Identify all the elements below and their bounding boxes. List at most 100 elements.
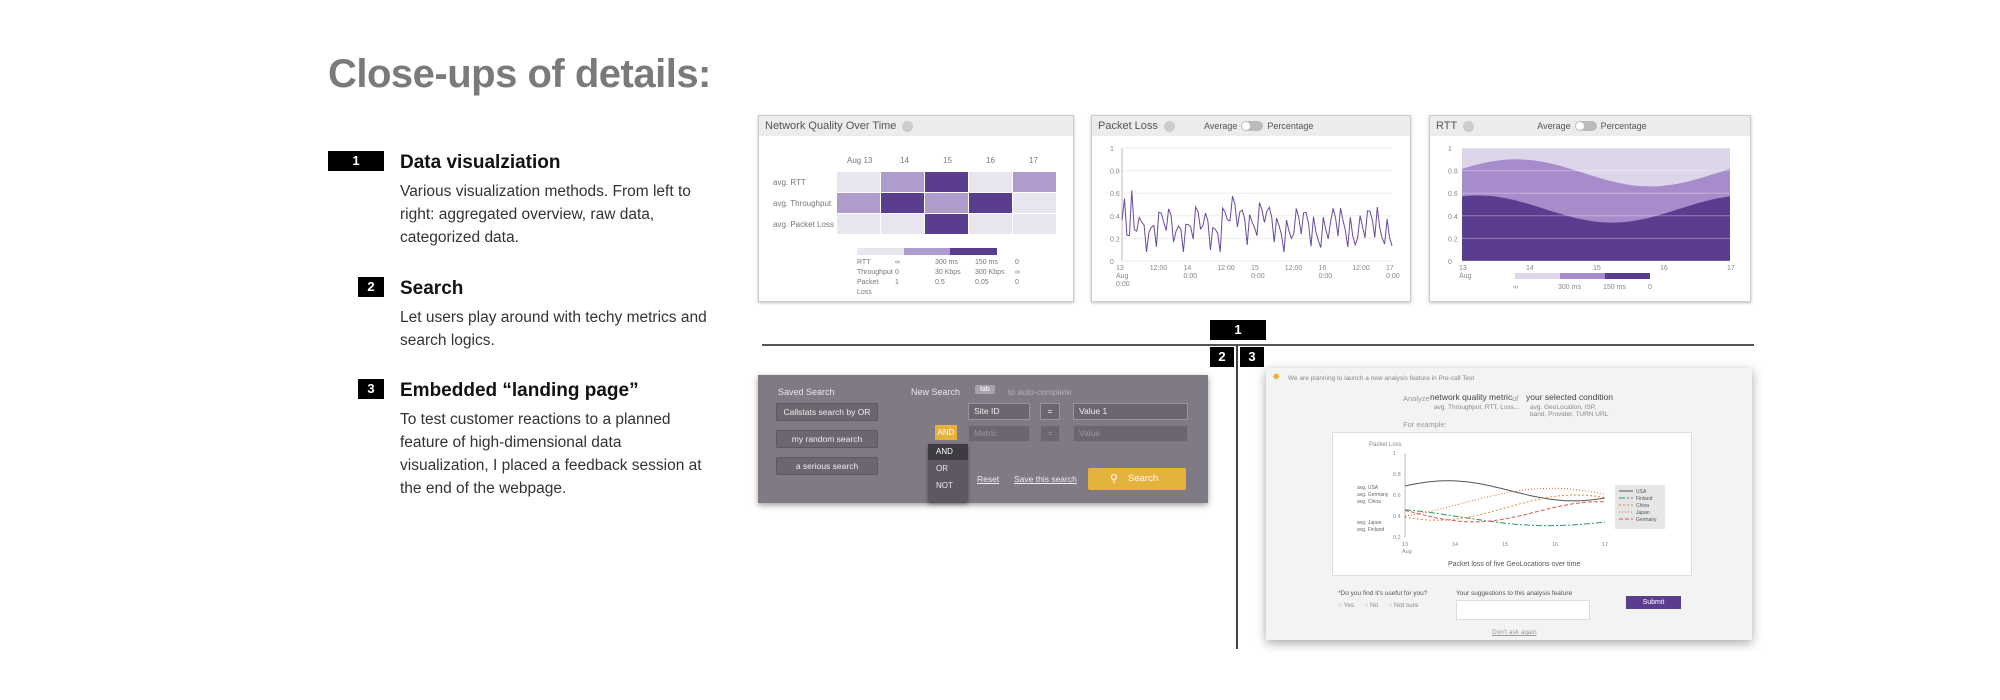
- dont-ask-link[interactable]: Don't ask again: [1492, 629, 1537, 636]
- x-tick-label: 14: [1184, 265, 1192, 272]
- heatmap-date: 15: [943, 156, 952, 165]
- saved-search-item[interactable]: a serious search: [776, 457, 878, 475]
- saved-search-item[interactable]: Callstats search by OR: [776, 403, 878, 421]
- suggestions-input[interactable]: [1456, 600, 1590, 620]
- of-label: of: [1512, 394, 1519, 403]
- vertical-divider: [1236, 345, 1238, 649]
- saved-search-item[interactable]: my random search: [776, 430, 878, 448]
- info-icon[interactable]: [902, 120, 914, 132]
- suggestions-label: Your suggestions to this analysis featur…: [1456, 590, 1573, 597]
- section-body-2: Let users play around with techy metrics…: [400, 309, 707, 349]
- y-tick-label: 0.4: [1448, 214, 1458, 221]
- y-tick-label: 0.2: [1110, 236, 1120, 243]
- heatmap-row-label: avg. Throughput: [773, 199, 832, 208]
- x-tick-label: 12:00: [1285, 265, 1303, 272]
- heatmap-cell[interactable]: [837, 214, 880, 234]
- y-tick-label: 0.2: [1448, 236, 1458, 243]
- radio-option[interactable]: ○ Yes: [1338, 602, 1354, 609]
- reset-link[interactable]: Reset: [977, 474, 999, 484]
- search-icon: ⚲: [1110, 473, 1119, 485]
- heatmap-cell[interactable]: [1013, 172, 1056, 192]
- logic-option[interactable]: OR: [928, 460, 968, 477]
- y-tick-label: 0.8: [1393, 472, 1401, 478]
- series-start-label: avg. Finland: [1357, 527, 1384, 533]
- series-start-label: avg. Germany: [1357, 492, 1389, 498]
- usefulness-options: ○ Yes ○ No ○ Not sure: [1338, 602, 1419, 609]
- x-tick-label: 0:00: [1116, 281, 1130, 288]
- save-search-link[interactable]: Save this search: [1014, 474, 1077, 484]
- series-line: [1404, 487, 1606, 517]
- heatmap-panel: Network Quality Over Time Aug 13 14 15 1…: [758, 115, 1074, 302]
- info-icon[interactable]: [1163, 120, 1175, 132]
- legend-value: 0: [895, 269, 899, 276]
- legend-label: Japan: [1636, 510, 1650, 516]
- heatmap-cell[interactable]: [881, 193, 924, 213]
- heatmap-cell[interactable]: [837, 172, 880, 192]
- value-input-1[interactable]: Value 1: [1073, 403, 1188, 420]
- submit-button[interactable]: Submit: [1626, 596, 1681, 609]
- logic-option[interactable]: NOT: [928, 477, 968, 494]
- heatmap-grid: [837, 172, 1056, 234]
- marker-3: 3: [1240, 347, 1264, 367]
- search-button[interactable]: ⚲ Search: [1088, 468, 1186, 490]
- heatmap-date: 16: [986, 156, 995, 165]
- x-tick-label: 16: [1319, 265, 1327, 272]
- heatmap-cell[interactable]: [969, 172, 1012, 192]
- saved-search-label: Saved Search: [778, 387, 835, 397]
- legend-value: 150 ms: [975, 259, 998, 266]
- section-number-1: 1: [328, 151, 384, 171]
- x-tick-label: 16: [1660, 265, 1668, 272]
- toggle-right-label: Percentage: [1600, 121, 1647, 131]
- y-tick-label: 0.2: [1393, 535, 1401, 541]
- average-percentage-toggle[interactable]: [1241, 121, 1264, 132]
- legend-swatch: [1515, 273, 1560, 279]
- info-icon[interactable]: [1463, 120, 1475, 132]
- x-tick-label: 13: [1116, 265, 1124, 272]
- logic-select[interactable]: AND: [935, 425, 957, 440]
- y-tick-label: 0: [1448, 259, 1452, 266]
- x-tick-label: 14: [1452, 542, 1458, 548]
- y-tick-label: 0.4: [1110, 214, 1120, 221]
- value-input-2[interactable]: Value: [1073, 425, 1188, 442]
- feature-notice: We are planning to launch a new analysis…: [1288, 375, 1475, 382]
- field-input-1[interactable]: Site ID: [968, 403, 1030, 420]
- x-tick-label: 0:00: [1251, 273, 1265, 280]
- heatmap-header: Network Quality Over Time: [759, 116, 1073, 136]
- x-tick-label: 15: [1593, 265, 1601, 272]
- heatmap-cell[interactable]: [1013, 214, 1056, 234]
- logic-option[interactable]: AND: [928, 444, 968, 460]
- x-tick-label: 12:00: [1352, 265, 1370, 272]
- operator-select-2[interactable]: =: [1040, 425, 1060, 442]
- series-start-label: avg. China: [1357, 499, 1381, 505]
- series-start-label: avg. USA: [1357, 485, 1379, 491]
- condition-select[interactable]: your selected condition: [1526, 392, 1613, 402]
- heatmap-cell[interactable]: [837, 193, 880, 213]
- legend-swatch: [1605, 273, 1650, 279]
- heatmap-cell[interactable]: [925, 172, 968, 192]
- example-chart: Packet Loss 1 0.8 0.6 0.4 0.213 14 15 16 17 Aug avg…: [1357, 442, 1665, 568]
- packet-loss-panel: Packet Loss Average Percentage 1 0.8 0.6 0.4…: [1091, 115, 1411, 302]
- legend-label: Germany: [1636, 517, 1657, 523]
- toggle-left-label: Average: [1203, 121, 1238, 131]
- heatmap-cell[interactable]: [925, 193, 968, 213]
- example-chart-card: Packet Loss 1 0.8 0.6 0.4 0.2 13 14 15 16 17 Aug avg…: [1332, 432, 1692, 576]
- x-tick-label: Aug: [1459, 273, 1472, 280]
- x-tick-label: 12:00: [1217, 265, 1235, 272]
- metric-select[interactable]: network quality metric: [1430, 392, 1512, 402]
- operator-select-1[interactable]: =: [1040, 403, 1060, 420]
- average-percentage-toggle[interactable]: [1574, 121, 1597, 132]
- heatmap-cell[interactable]: [925, 214, 968, 234]
- heatmap-cell[interactable]: [969, 193, 1012, 213]
- autocomplete-hint: to auto-complete: [1008, 387, 1072, 397]
- heatmap-cell[interactable]: [881, 214, 924, 234]
- legend-value: 300 Kbps: [975, 269, 1005, 276]
- radio-option[interactable]: ○ Not sure: [1388, 602, 1418, 609]
- x-tick-label: 17: [1386, 265, 1394, 272]
- heatmap-cell[interactable]: [881, 172, 924, 192]
- y-axis-label: Packet Loss: [1369, 442, 1402, 448]
- radio-option[interactable]: ○ No: [1364, 602, 1378, 609]
- field-input-2[interactable]: Metric: [968, 425, 1030, 442]
- heatmap-cell[interactable]: [1013, 193, 1056, 213]
- heatmap-cell[interactable]: [969, 214, 1012, 234]
- legend-swatch: [1560, 273, 1605, 279]
